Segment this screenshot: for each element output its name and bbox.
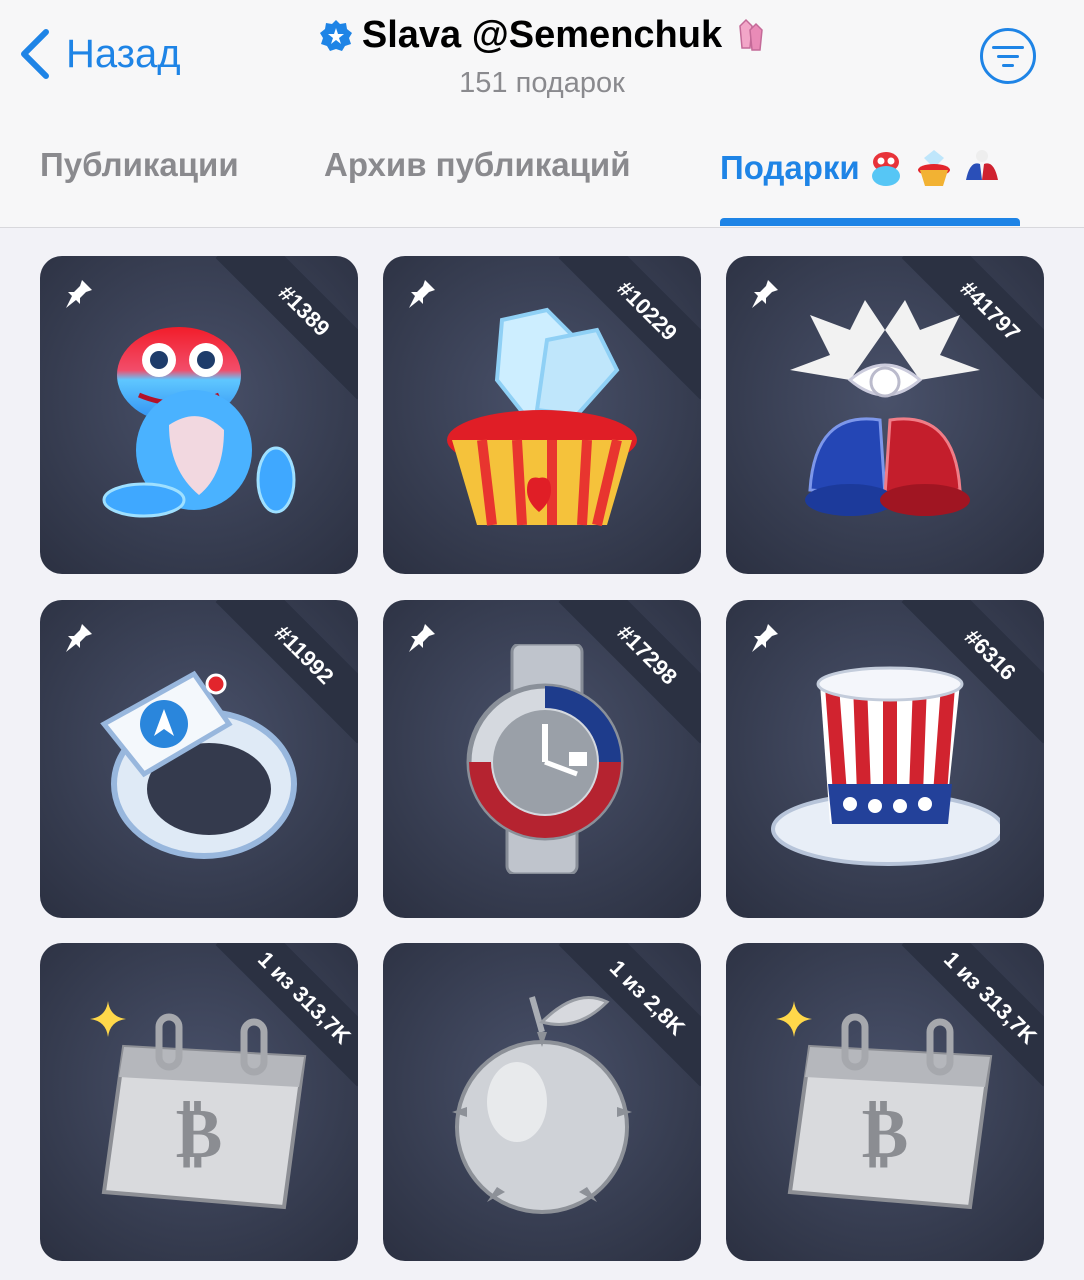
filter-line-icon	[997, 54, 1019, 58]
navigation-header: Назад Slava @Semenchuk 151 подарок Публи…	[0, 0, 1084, 228]
gift-card[interactable]: #17298	[383, 600, 701, 918]
tab-label: Публикации	[40, 146, 239, 183]
jingle-bells-icon	[790, 300, 980, 516]
crystal-emoji-icon	[739, 18, 763, 51]
ice-heart-cupcake-icon	[447, 307, 637, 527]
gift-card[interactable]: 1 из 313,7K ₿	[726, 943, 1044, 1261]
filter-line-icon	[1002, 63, 1014, 67]
bitcoin-glyph: ₿	[176, 1092, 223, 1174]
gift-card[interactable]: 1 из 313,7K ₿	[40, 943, 358, 1261]
filter-button[interactable]	[980, 28, 1036, 84]
gift-card[interactable]: #10229	[383, 256, 701, 574]
tab-archive[interactable]: Архив публикаций	[324, 146, 630, 184]
gift-card[interactable]: #41797	[726, 256, 1044, 574]
tab-active-indicator	[720, 218, 1020, 226]
tab-label: Подарки	[720, 149, 860, 186]
bitcoin-calendar-icon: ₿	[101, 1013, 307, 1210]
gift-count: 151 подарок	[459, 66, 625, 99]
bells-gift-icon	[965, 150, 998, 180]
profile-title-block: Slava @Semenchuk 151 подарок	[0, 14, 1084, 100]
profile-tabs: Публикации Архив публикаций Подарки	[0, 140, 1084, 228]
frog-hugging-heart-icon	[102, 327, 296, 518]
bitcoin-calendar-icon: ₿	[787, 1013, 993, 1210]
bitcoin-glyph: ₿	[862, 1092, 909, 1174]
top-hat-icon	[771, 666, 1000, 866]
profile-name: Slava @Semenchuk	[361, 14, 723, 56]
gift-card[interactable]: #11992	[40, 600, 358, 918]
gift-card[interactable]: #6316	[726, 600, 1044, 918]
cupcake-gift-icon	[917, 150, 950, 186]
tab-label: Архив публикаций	[324, 146, 631, 183]
wrist-watch-icon	[466, 644, 624, 874]
tab-publications[interactable]: Публикации	[40, 146, 239, 184]
signet-ring-icon	[100, 670, 297, 859]
gift-card[interactable]: #1389	[40, 256, 358, 574]
spiky-silver-apple-icon	[452, 996, 632, 1214]
frog-gift-icon	[871, 152, 900, 186]
gift-card[interactable]: 1 из 2,8K	[383, 943, 701, 1261]
tab-gifts[interactable]: Подарки	[720, 146, 1004, 190]
gift-grid: #1389 #10229 #41797 #11992 #17298 #6316 …	[0, 228, 1084, 1280]
filter-line-icon	[992, 45, 1024, 49]
verified-badge-icon	[319, 19, 352, 51]
